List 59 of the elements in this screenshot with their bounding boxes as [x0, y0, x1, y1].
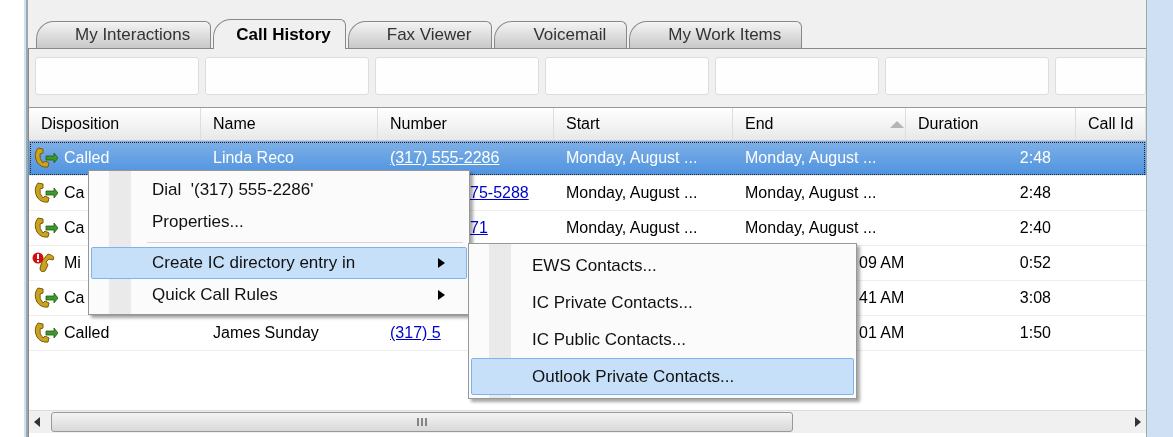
scrollbar-thumb[interactable] — [51, 412, 793, 432]
phone-link[interactable]: 75-5288 — [470, 184, 529, 202]
table-cell: Called — [64, 324, 110, 342]
phone-link[interactable]: 71 — [470, 219, 488, 237]
column-header[interactable]: Disposition — [29, 108, 201, 140]
table-cell: 2:48 — [1019, 184, 1051, 202]
table-cell: Linda Reco — [213, 149, 294, 167]
table-cell: Ca — [64, 219, 85, 237]
table-cell: 1:50 — [1019, 324, 1051, 342]
menu-item[interactable]: IC Private Contacts... — [471, 284, 854, 321]
table-cell: Mi — [64, 254, 81, 272]
phone-icon — [32, 286, 58, 310]
tab[interactable]: Call History — [213, 19, 346, 49]
column-header[interactable]: Number — [378, 108, 554, 140]
menu-item[interactable]: Dial '(317) 555-2286' — [91, 174, 467, 206]
table-cell: 2:40 — [1019, 219, 1051, 237]
table-cell: James Sunday — [213, 324, 319, 342]
filter-field[interactable] — [375, 57, 539, 95]
filter-field[interactable] — [545, 57, 709, 95]
menu-item[interactable]: Create IC directory entry in — [91, 247, 467, 279]
column-header[interactable]: Name — [201, 108, 378, 140]
tab[interactable]: My Work Items — [629, 21, 803, 48]
table-cell: 41 AM — [859, 289, 905, 307]
tab[interactable]: Fax Viewer — [347, 21, 493, 48]
table-cell: Monday, August ... — [566, 184, 698, 202]
phone-icon — [32, 216, 58, 240]
column-header[interactable]: Start — [554, 108, 733, 140]
filter-field[interactable] — [35, 57, 199, 95]
menu-item[interactable]: EWS Contacts... — [471, 247, 854, 284]
filter-field[interactable] — [1055, 57, 1146, 95]
table-cell: Ca — [64, 184, 85, 202]
table-cell: Ca — [64, 289, 85, 307]
menu-item[interactable]: Quick Call Rules — [91, 279, 467, 311]
table-cell: Monday, August ... — [566, 149, 698, 167]
table-cell: Monday, August ... — [566, 219, 698, 237]
phone-link[interactable]: (317) 5 — [390, 324, 441, 342]
table-cell: 01 AM — [859, 324, 905, 342]
table-cell: 2:48 — [1019, 149, 1051, 167]
table-cell: 09 AM — [859, 254, 905, 272]
column-header[interactable]: End — [733, 108, 906, 140]
filter-field[interactable] — [205, 57, 369, 95]
table-cell: Monday, August ... — [745, 149, 877, 167]
phone-icon — [32, 181, 58, 205]
phone-icon — [32, 321, 58, 345]
table-cell: 0:52 — [1019, 254, 1051, 272]
column-header[interactable]: Duration — [906, 108, 1076, 140]
menu-item[interactable]: IC Public Contacts... — [471, 321, 854, 358]
table-cell: Called — [64, 149, 110, 167]
menu-item[interactable]: Outlook Private Contacts... — [471, 358, 854, 395]
submenu-arrow-icon — [437, 257, 446, 269]
tab[interactable]: My Interactions — [36, 21, 212, 48]
filter-field[interactable] — [885, 57, 1049, 95]
tab[interactable]: Voicemail — [494, 21, 628, 48]
table-cell: Monday, August ... — [745, 184, 877, 202]
filter-field[interactable] — [715, 57, 879, 95]
table-cell: 3:08 — [1019, 289, 1051, 307]
table-cell: Monday, August ... — [745, 219, 877, 237]
phone-icon — [32, 146, 58, 170]
submenu-arrow-icon — [437, 289, 446, 301]
